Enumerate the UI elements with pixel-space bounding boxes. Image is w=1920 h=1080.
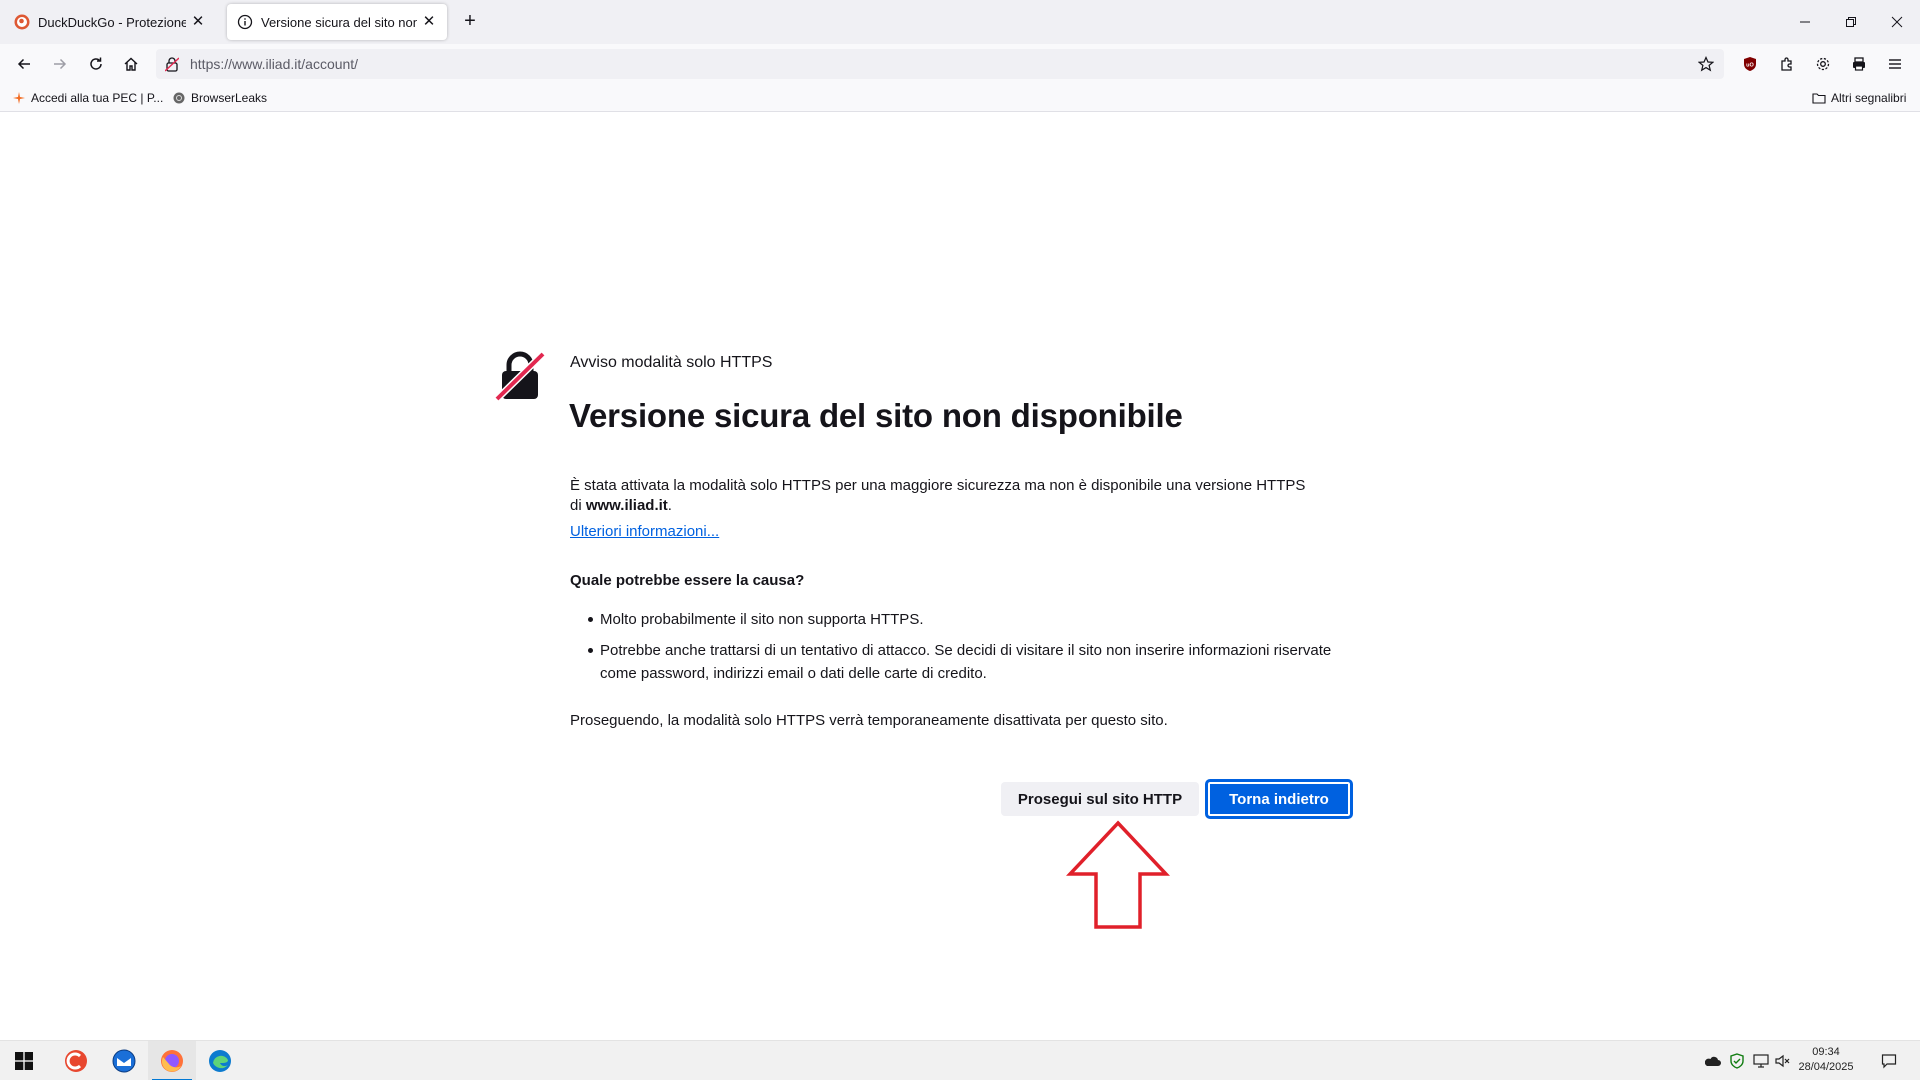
duckduckgo-icon (14, 14, 30, 30)
taskbar: 09:34 28/04/2025 (0, 1040, 1920, 1080)
bookmark-pec[interactable]: Accedi alla tua PEC | P... (12, 89, 163, 107)
ublock-origin-icon[interactable]: uO (1736, 50, 1764, 78)
forward-button[interactable] (46, 50, 74, 78)
info-icon (237, 14, 253, 30)
address-bar[interactable]: https://www.iliad.it/account/ (156, 49, 1724, 79)
notifications-icon[interactable] (1880, 1053, 1898, 1069)
firefox-taskbar-icon[interactable] (148, 1041, 196, 1080)
bookmarks-toolbar: Accedi alla tua PEC | P... BrowserLeaks … (0, 84, 1920, 112)
other-bookmarks-label: Altri segnalibri (1831, 91, 1907, 105)
continue-http-button[interactable]: Prosegui sul sito HTTP (1001, 782, 1199, 816)
bookmark-browserleaks[interactable]: BrowserLeaks (172, 89, 267, 107)
go-back-button[interactable]: Torna indietro (1205, 779, 1353, 819)
bookmark-label: BrowserLeaks (191, 91, 268, 105)
minimize-button[interactable] (1782, 0, 1828, 44)
tab-https-warning[interactable]: Versione sicura del sito non disp ✕ (227, 4, 447, 40)
windows-start-icon[interactable] (0, 1041, 48, 1080)
tab-strip: DuckDuckGo - Protezione. Priva ✕ Version… (0, 0, 1920, 44)
insecure-lock-icon (494, 350, 546, 402)
page-description: È stata attivata la modalità solo HTTPS … (570, 477, 1306, 514)
tab-title: Versione sicura del sito non disp (261, 14, 417, 30)
tab-title: DuckDuckGo - Protezione. Priva (38, 14, 186, 30)
site-info-lock-icon[interactable] (164, 56, 180, 72)
system-clock[interactable]: 09:34 28/04/2025 (1790, 1045, 1862, 1075)
navigation-toolbar: https://www.iliad.it/account/ uO (0, 44, 1920, 84)
clock-date: 28/04/2025 (1798, 1061, 1854, 1073)
browserleaks-icon (172, 91, 186, 105)
ccleaner-icon[interactable] (52, 1041, 100, 1080)
app-menu-icon[interactable] (1881, 50, 1909, 78)
close-tab-icon[interactable]: ✕ (190, 14, 206, 30)
security-shield-icon[interactable] (1728, 1053, 1746, 1069)
extensions-puzzle-icon[interactable] (1773, 50, 1801, 78)
clock-time: 09:34 (1812, 1046, 1840, 1058)
site-host: www.iliad.it (585, 497, 668, 514)
thunderbird-icon[interactable] (100, 1041, 148, 1080)
back-button[interactable] (10, 50, 38, 78)
close-window-button[interactable] (1874, 0, 1920, 44)
cause-heading: Quale potrebbe essere la causa? (570, 572, 805, 589)
new-tab-button[interactable]: + (458, 10, 482, 34)
reload-button[interactable] (82, 50, 110, 78)
settings-gear-icon[interactable] (1809, 50, 1837, 78)
print-icon[interactable] (1845, 50, 1873, 78)
restore-button[interactable] (1828, 0, 1874, 44)
bookmark-star-icon[interactable] (1696, 54, 1716, 74)
list-item: Potrebbe anche trattarsi di un tentativo… (570, 639, 1340, 685)
url-text: https://www.iliad.it/account/ (190, 56, 359, 72)
svg-text:uO: uO (1746, 63, 1754, 69)
page-title: Versione sicura del sito non disponibile (569, 397, 1183, 434)
home-button[interactable] (117, 50, 145, 78)
close-tab-icon[interactable]: ✕ (421, 14, 437, 30)
cause-list: Molto probabilmente il sito non supporta… (570, 608, 1340, 693)
page-content: Avviso modalità solo HTTPS Versione sicu… (0, 112, 1920, 1040)
page-subtitle: Avviso modalità solo HTTPS (570, 354, 773, 371)
bookmark-label: Accedi alla tua PEC | P... (31, 91, 164, 105)
other-bookmarks[interactable]: Altri segnalibri (1812, 89, 1906, 107)
list-item: Molto probabilmente il sito non supporta… (570, 608, 1340, 631)
learn-more-link[interactable]: Ulteriori informazioni... (570, 523, 719, 540)
star-spark-icon (12, 91, 26, 105)
proceed-note: Proseguendo, la modalità solo HTTPS verr… (570, 712, 1168, 729)
annotation-arrow-icon (1066, 820, 1170, 929)
folder-icon (1812, 91, 1826, 105)
network-icon[interactable] (1752, 1053, 1770, 1069)
edge-icon[interactable] (196, 1041, 244, 1080)
tab-duckduckgo[interactable]: DuckDuckGo - Protezione. Priva ✕ (4, 4, 216, 40)
onedrive-sync-icon[interactable] (1704, 1053, 1722, 1069)
